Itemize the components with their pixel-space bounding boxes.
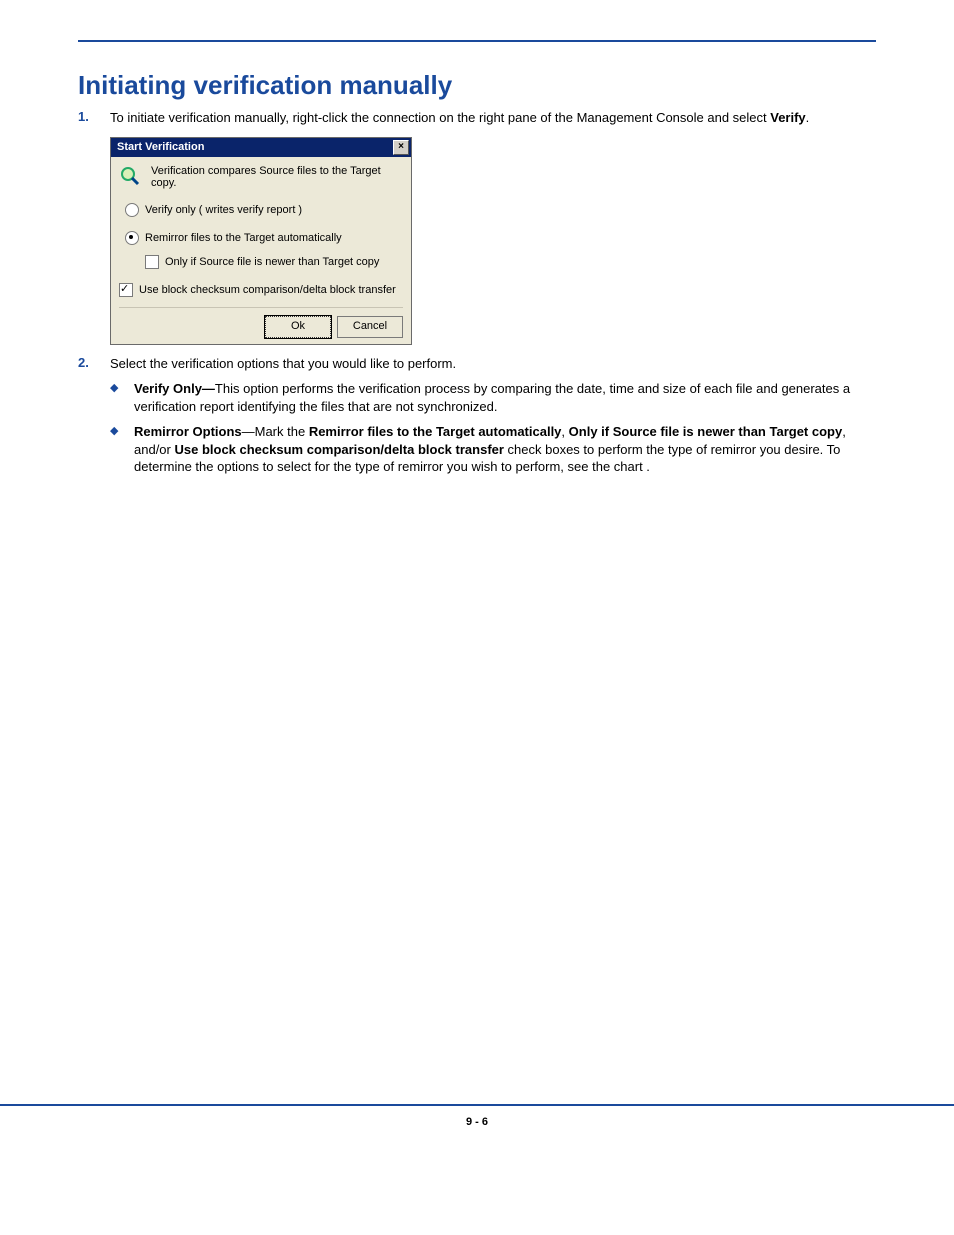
step-list: 1. To initiate verification manually, ri… xyxy=(78,109,876,127)
section-heading: Initiating verification manually xyxy=(78,70,876,101)
bullet-remirror-options: ◆ Remirror Options—Mark the Remirror fil… xyxy=(110,423,876,476)
step-2: 2. Select the verification options that … xyxy=(78,355,876,484)
checkbox-only-newer-label: Only if Source file is newer than Target… xyxy=(165,256,379,268)
bullet-lead: Verify Only— xyxy=(134,381,215,396)
checkbox-icon xyxy=(145,255,159,269)
diamond-bullet-icon: ◆ xyxy=(110,423,134,439)
checkbox-icon xyxy=(119,283,133,297)
checkbox-block-label: Use block checksum comparison/delta bloc… xyxy=(139,284,396,296)
bullet-m1: , xyxy=(561,424,568,439)
radio-remirror-label: Remirror files to the Target automatical… xyxy=(145,232,342,244)
page-number: 9 - 6 xyxy=(466,1116,488,1128)
radio-remirror-row[interactable]: Remirror files to the Target automatical… xyxy=(119,231,403,245)
radio-icon xyxy=(125,203,139,217)
page-footer: 9 - 6 xyxy=(0,1104,954,1158)
checkbox-only-newer-row[interactable]: Only if Source file is newer than Target… xyxy=(119,255,403,269)
step-1: 1. To initiate verification manually, ri… xyxy=(78,109,876,127)
bullet-b2: Only if Source file is newer than Target… xyxy=(569,424,843,439)
dialog-title: Start Verification xyxy=(117,141,204,153)
search-icon xyxy=(119,165,141,187)
start-verification-dialog: Start Verification × Verification compar… xyxy=(110,137,412,345)
diamond-bullet-icon: ◆ xyxy=(110,380,134,396)
step-text-bold: Verify xyxy=(770,110,805,125)
radio-icon xyxy=(125,231,139,245)
step-body: To initiate verification manually, right… xyxy=(110,109,876,127)
step-number: 2. xyxy=(78,355,110,370)
close-icon[interactable]: × xyxy=(393,140,409,155)
bullet-dash: —Mark the xyxy=(242,424,309,439)
dialog-description: Verification compares Source files to th… xyxy=(151,165,403,189)
radio-verify-only-label: Verify only ( writes verify report ) xyxy=(145,204,302,216)
dialog-titlebar: Start Verification × xyxy=(111,138,411,157)
bullet-verify-only: ◆ Verify Only—This option performs the v… xyxy=(110,380,876,415)
checkbox-block-row[interactable]: Use block checksum comparison/delta bloc… xyxy=(119,283,403,297)
cancel-button[interactable]: Cancel xyxy=(337,316,403,338)
step-text-pre: To initiate verification manually, right… xyxy=(110,110,770,125)
step-number: 1. xyxy=(78,109,110,124)
top-rule xyxy=(78,40,876,42)
bullet-b3: Use block checksum comparison/delta bloc… xyxy=(174,442,503,457)
sub-bullet-list: ◆ Verify Only—This option performs the v… xyxy=(110,380,876,476)
radio-verify-only-row[interactable]: Verify only ( writes verify report ) xyxy=(119,203,403,217)
step-list-2: 2. Select the verification options that … xyxy=(78,355,876,484)
dialog-screenshot: Start Verification × Verification compar… xyxy=(110,137,876,345)
bullet-text: This option performs the verification pr… xyxy=(134,381,850,414)
step-body: Select the verification options that you… xyxy=(110,355,876,484)
ok-button[interactable]: Ok xyxy=(265,316,331,338)
step-text-post: . xyxy=(806,110,810,125)
bullet-b1: Remirror files to the Target automatical… xyxy=(309,424,562,439)
bullet-lead: Remirror Options xyxy=(134,424,242,439)
step-text: Select the verification options that you… xyxy=(110,356,456,371)
